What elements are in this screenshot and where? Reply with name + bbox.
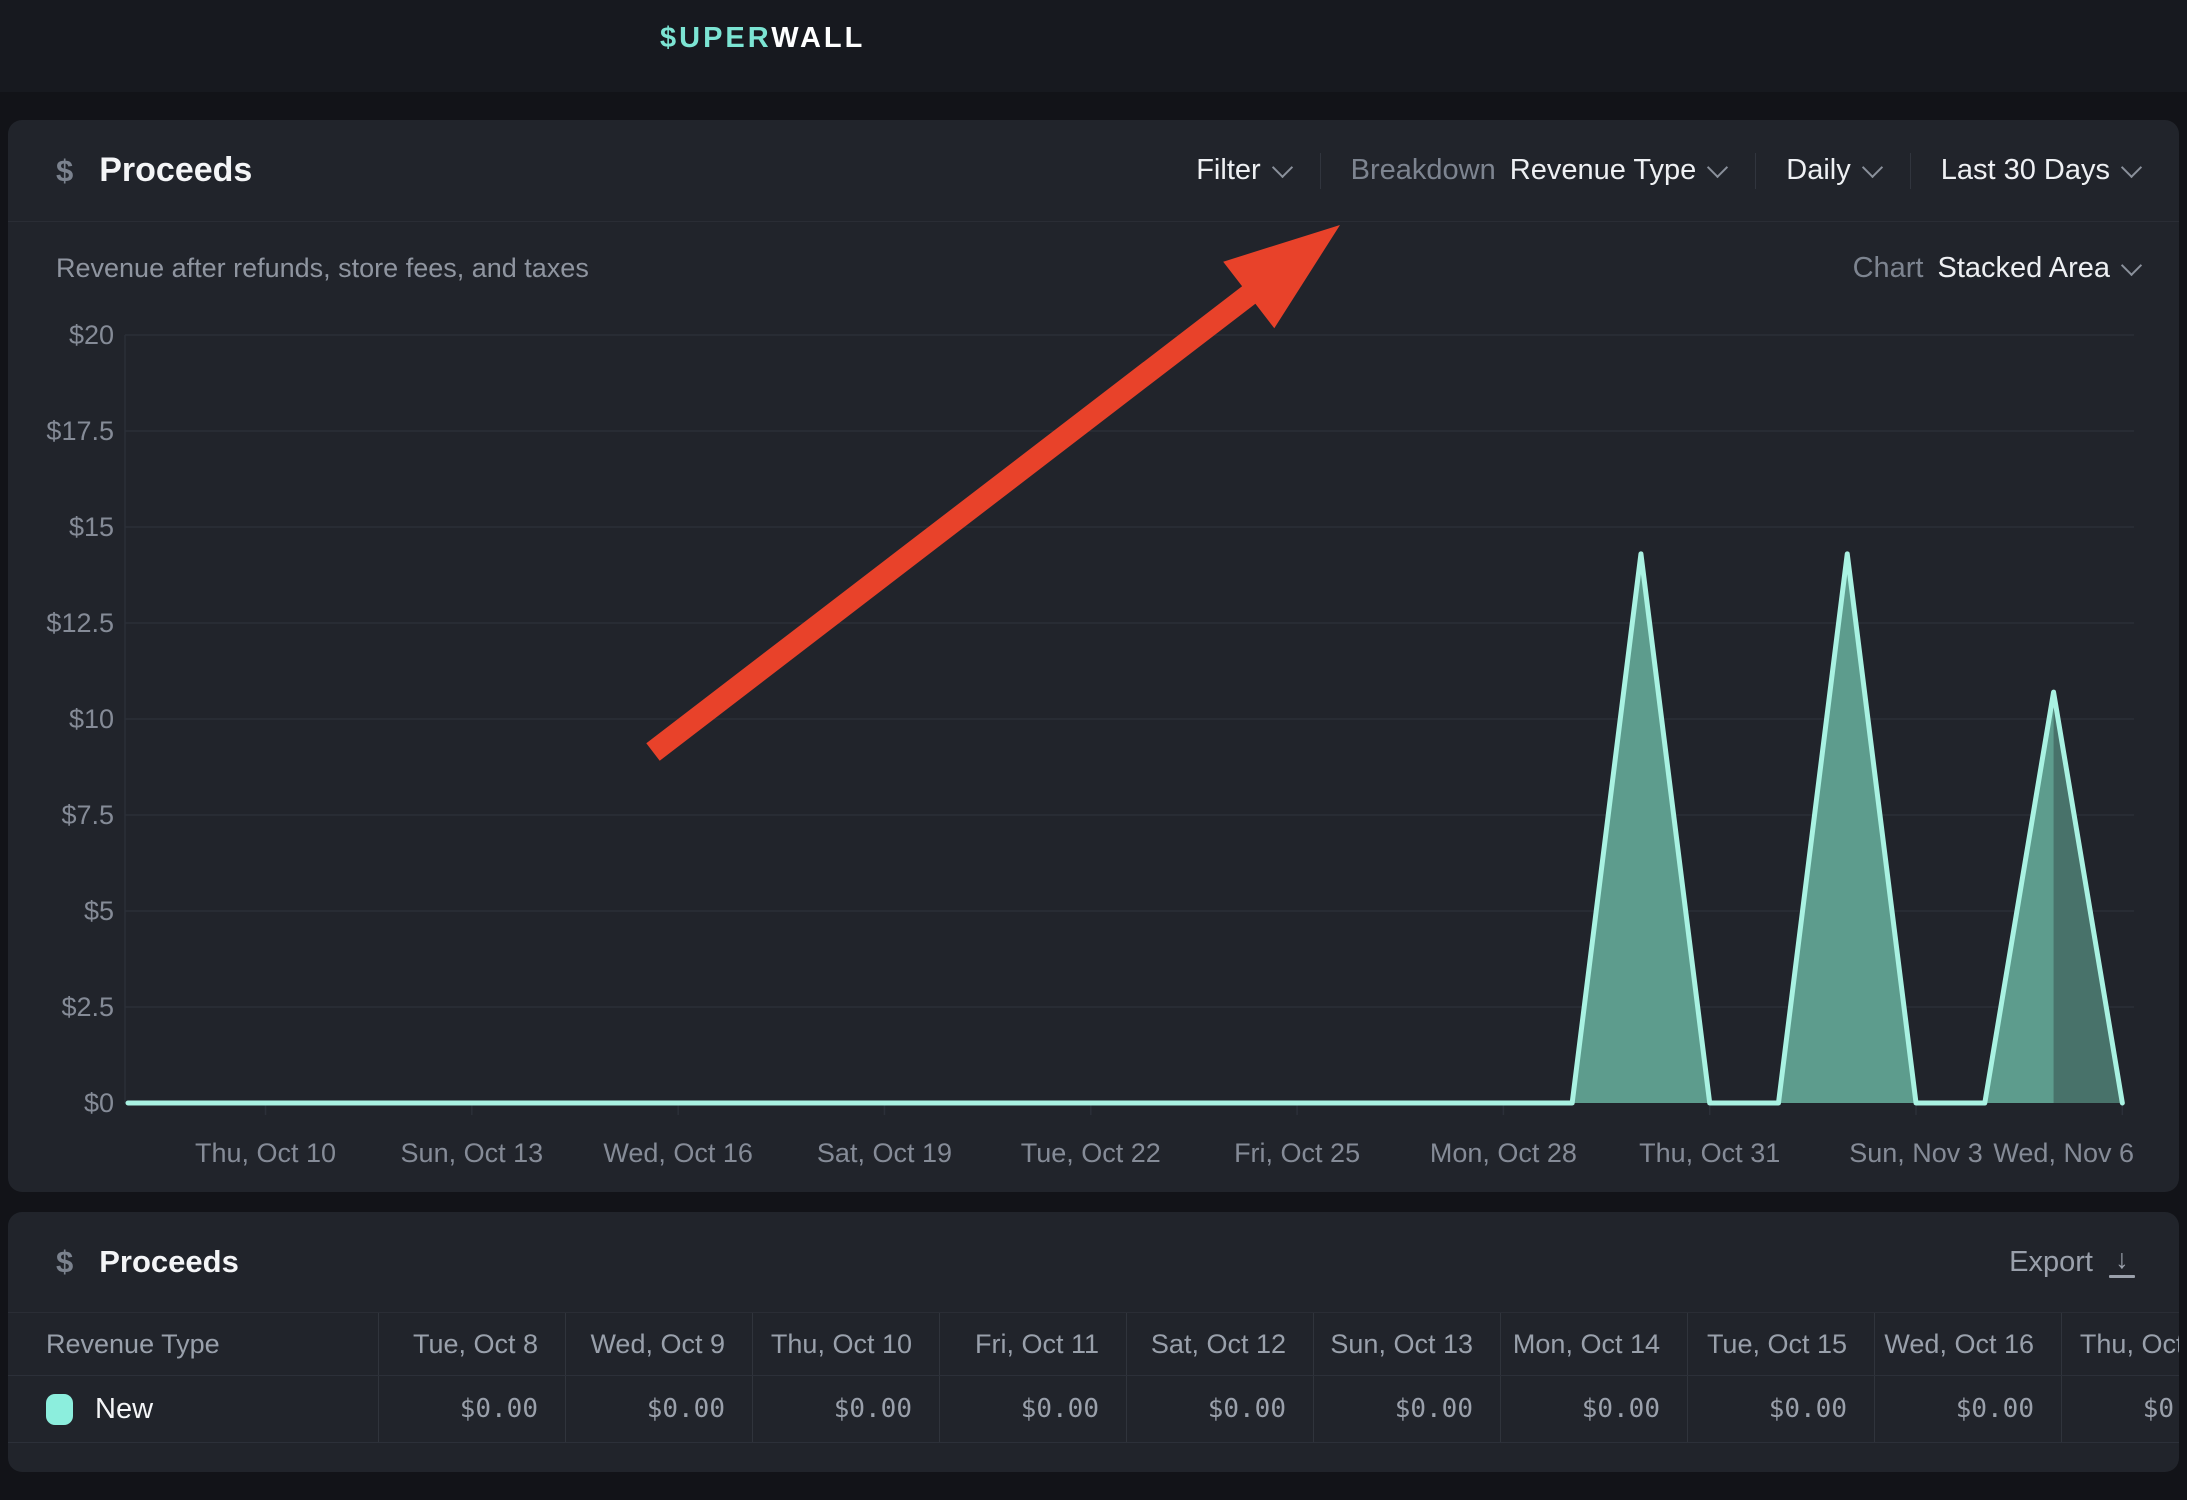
top-nav-bar: $UPERWALL	[0, 0, 2187, 92]
table-value-cell: $0.00	[565, 1376, 752, 1442]
y-tick-label: $12.5	[14, 606, 114, 640]
column-header-date: Wed, Oct 9	[565, 1313, 752, 1376]
column-header-date: Tue, Oct 15	[1687, 1313, 1874, 1376]
export-button[interactable]: Export ↓	[2009, 1246, 2135, 1279]
table-value: $0.00	[1395, 1394, 1473, 1424]
column-header-label: Tue, Oct 15	[1707, 1329, 1847, 1360]
table-value-cell: $0.00	[1687, 1376, 1874, 1442]
column-header-date: Mon, Oct 14	[1500, 1313, 1687, 1376]
table-value-cell: $0.00	[2061, 1376, 2179, 1442]
x-tick-label: Thu, Oct 31	[1590, 1136, 1830, 1170]
row-label: New	[95, 1393, 153, 1426]
row-label-cell: New	[8, 1376, 378, 1442]
column-header-label: Fri, Oct 11	[975, 1329, 1099, 1360]
table-value-cell: $0.00	[939, 1376, 1126, 1442]
y-tick-label: $20	[14, 318, 114, 352]
x-tick-label: Mon, Oct 28	[1383, 1136, 1623, 1170]
x-tick-label: Sun, Oct 13	[352, 1136, 592, 1170]
y-tick-label: $5	[14, 894, 114, 928]
table-value: $0.00	[1769, 1394, 1847, 1424]
stacked-area-chart[interactable]	[8, 120, 2179, 1192]
column-header-label: Tue, Oct 8	[413, 1329, 538, 1360]
table-value-cell: $0.00	[378, 1376, 565, 1442]
table-value-cell: $0.00	[752, 1376, 939, 1442]
column-header-label: Mon, Oct 14	[1513, 1329, 1660, 1360]
y-tick-label: $15	[14, 510, 114, 544]
download-icon: ↓	[2109, 1246, 2135, 1278]
y-tick-label: $7.5	[14, 798, 114, 832]
table-value: $0.00	[1208, 1394, 1286, 1424]
column-header-label: Wed, Oct 9	[590, 1329, 725, 1360]
table-value: $0.00	[1582, 1394, 1660, 1424]
logo-teal-text: $UPER	[660, 22, 771, 54]
x-tick-label: Sat, Oct 19	[764, 1136, 1004, 1170]
column-header-label: Sun, Oct 13	[1330, 1329, 1473, 1360]
proceeds-chart-panel: $ Proceeds Filter Breakdown Revenue Type…	[8, 120, 2179, 1192]
y-tick-label: $10	[14, 702, 114, 736]
table-value-cell: $0.00	[1500, 1376, 1687, 1442]
table-value: $0.00	[834, 1394, 912, 1424]
x-tick-label: Wed, Nov 6	[1894, 1136, 2134, 1170]
table-value: $0.00	[2143, 1394, 2179, 1424]
series-color-swatch	[46, 1394, 73, 1425]
table-value-cell: $0.00	[1126, 1376, 1313, 1442]
table-title: Proceeds	[99, 1244, 239, 1280]
table-row: New $0.00 $0.00 $0.00 $0.00 $0.00 $0.00 $0.00 $0…	[8, 1375, 2179, 1443]
x-tick-label: Fri, Oct 25	[1177, 1136, 1417, 1170]
column-header-label: Revenue Type	[46, 1329, 220, 1360]
column-header-date: Fri, Oct 11	[939, 1313, 1126, 1376]
column-header-date: Thu, Oct 10	[752, 1313, 939, 1376]
table-value-cell: $0.00	[1874, 1376, 2061, 1442]
table-value: $0.00	[647, 1394, 725, 1424]
x-tick-label: Tue, Oct 22	[971, 1136, 1211, 1170]
column-header-label: Thu, Oct 17	[2080, 1329, 2179, 1360]
proceeds-table-panel: $ Proceeds Export ↓ Revenue Type Tue, Oct…	[8, 1212, 2179, 1472]
column-header-date: Sun, Oct 13	[1313, 1313, 1500, 1376]
y-tick-label: $2.5	[14, 990, 114, 1024]
x-tick-label: Thu, Oct 10	[146, 1136, 386, 1170]
x-tick-label: Wed, Oct 16	[558, 1136, 798, 1170]
table-value-cell: $0.00	[1313, 1376, 1500, 1442]
y-tick-label: $0	[14, 1086, 114, 1120]
table-value: $0.00	[1021, 1394, 1099, 1424]
table-header-row: Revenue Type Tue, Oct 8 Wed, Oct 9 Thu, Oct…	[8, 1312, 2179, 1376]
column-header-date: Sat, Oct 12	[1126, 1313, 1313, 1376]
column-header-date: Tue, Oct 8	[378, 1313, 565, 1376]
dollar-icon: $	[56, 1244, 73, 1280]
export-label: Export	[2009, 1246, 2093, 1279]
column-header-label: Thu, Oct 10	[771, 1329, 912, 1360]
column-header-date: Wed, Oct 16	[1874, 1313, 2061, 1376]
table-value: $0.00	[1956, 1394, 2034, 1424]
logo-white-text: WALL	[771, 22, 865, 54]
table-panel-header: $ Proceeds Export ↓	[8, 1212, 2179, 1312]
y-tick-label: $17.5	[14, 414, 114, 448]
column-header-date: Thu, Oct 17	[2061, 1313, 2179, 1376]
superwall-logo[interactable]: $UPERWALL	[660, 22, 865, 55]
column-header-label: Sat, Oct 12	[1151, 1329, 1286, 1360]
column-header-revenue-type: Revenue Type	[8, 1313, 378, 1376]
column-header-label: Wed, Oct 16	[1884, 1329, 2034, 1360]
table-value: $0.00	[460, 1394, 538, 1424]
